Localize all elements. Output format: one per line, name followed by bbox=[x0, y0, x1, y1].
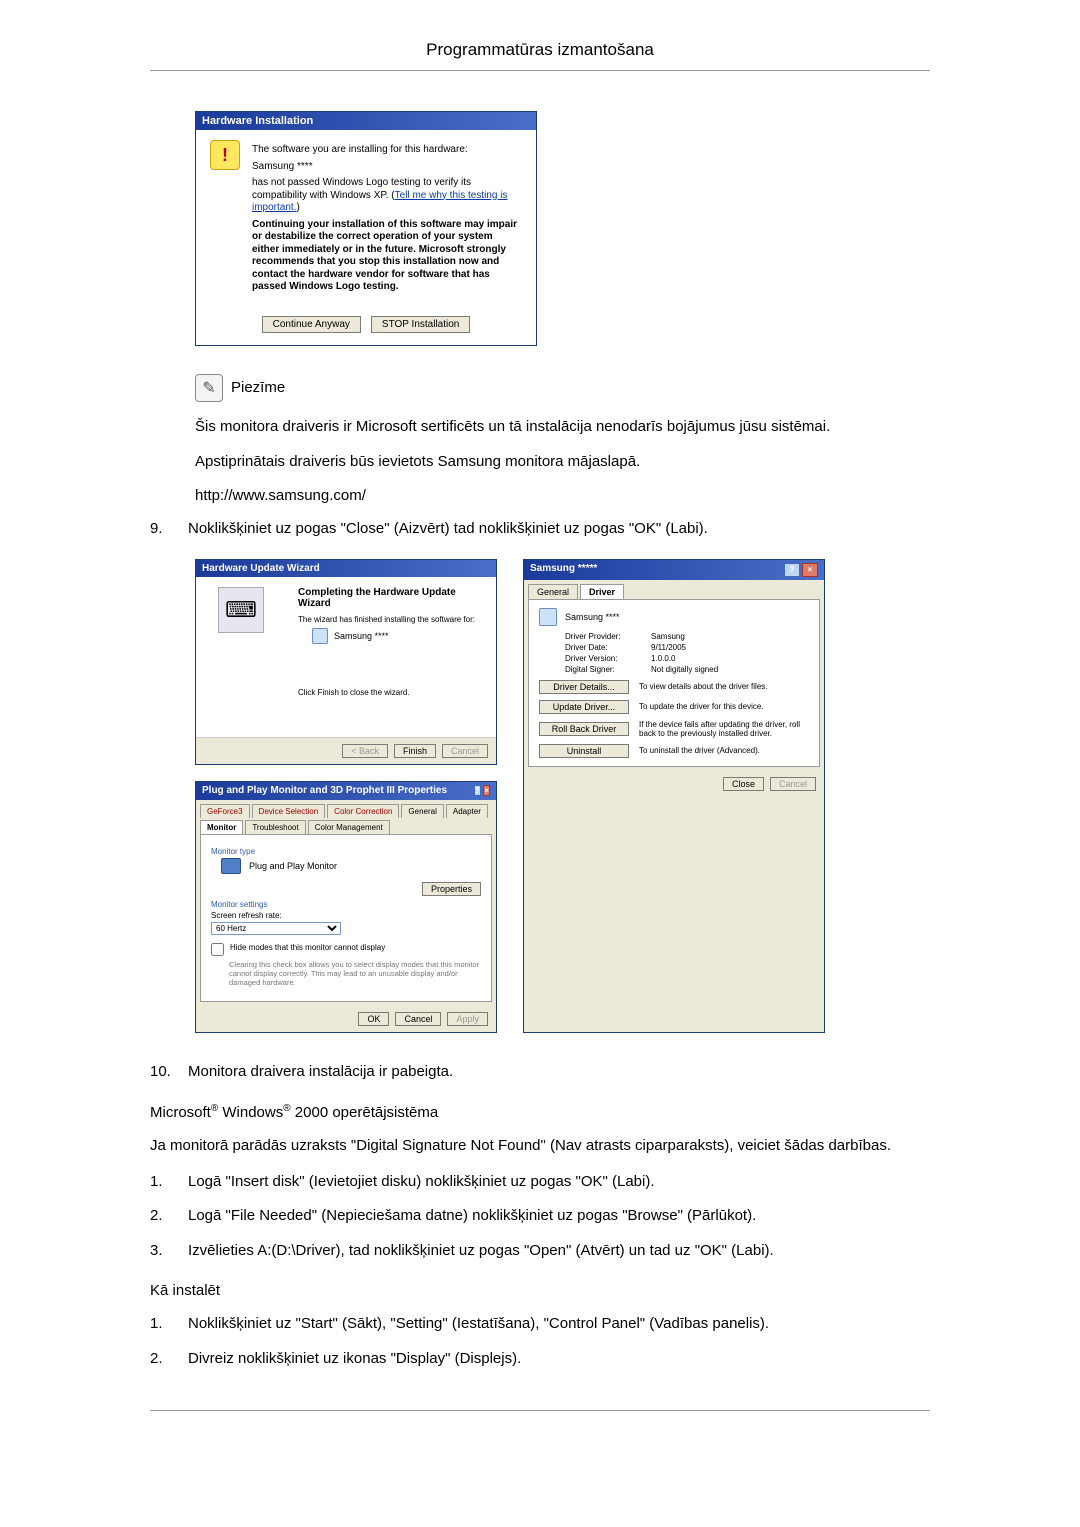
kv-key: Driver Provider: bbox=[565, 632, 651, 641]
finish-button[interactable]: Finish bbox=[394, 744, 436, 758]
kv-value: 9/11/2005 bbox=[651, 643, 686, 652]
hwinstall-warning: Continuing your installation of this sof… bbox=[252, 219, 522, 294]
note-icon: ✎ bbox=[195, 374, 223, 402]
tab-color-correction[interactable]: Color Correction bbox=[327, 804, 399, 818]
tab-general[interactable]: General bbox=[528, 584, 578, 599]
action-desc: If the device fails after updating the d… bbox=[639, 720, 809, 738]
how-to-install-heading: Kā instalēt bbox=[150, 1282, 930, 1299]
device-name: Samsung **** bbox=[565, 612, 620, 622]
close-icon[interactable]: × bbox=[802, 563, 818, 577]
hide-modes-checkbox[interactable] bbox=[211, 943, 224, 956]
tab-driver[interactable]: Driver bbox=[580, 584, 624, 599]
dialog-title: Hardware Installation bbox=[196, 112, 536, 130]
close-button[interactable]: Close bbox=[723, 777, 764, 791]
text: ) bbox=[296, 202, 299, 213]
wizard-line2: Click Finish to close the wizard. bbox=[298, 688, 484, 697]
tab-device-selection[interactable]: Device Selection bbox=[252, 804, 326, 818]
tab-monitor[interactable]: Monitor bbox=[200, 820, 243, 834]
monitor-icon bbox=[312, 628, 328, 644]
kv-key: Driver Version: bbox=[565, 654, 651, 663]
hardware-installation-dialog: Hardware Installation ! The software you… bbox=[195, 111, 537, 346]
hardware-update-wizard-dialog: Hardware Update Wizard ⌨ Completing the … bbox=[195, 559, 497, 765]
note-paragraph-1: Šis monitora draiveris ir Microsoft sert… bbox=[195, 416, 930, 438]
driver-properties-dialog: Samsung ***** ? × General Driver Samsung… bbox=[523, 559, 825, 1033]
wizard-side-icon: ⌨ bbox=[218, 587, 264, 633]
os-heading: Microsoft® Windows® 2000 operētājsistēma bbox=[150, 1103, 930, 1121]
divider-bottom bbox=[150, 1410, 930, 1411]
driver-details-button[interactable]: Driver Details... bbox=[539, 680, 629, 694]
dialog-title: Plug and Play Monitor and 3D Prophet III… bbox=[202, 785, 447, 797]
step-text: Noklikšķiniet uz "Start" (Sākt), "Settin… bbox=[188, 1313, 930, 1336]
help-icon[interactable]: ? bbox=[474, 785, 481, 796]
back-button: < Back bbox=[342, 744, 388, 758]
refresh-rate-label: Screen refresh rate: bbox=[211, 911, 481, 920]
step-number: 10. bbox=[150, 1061, 174, 1084]
display-properties-dialog: Plug and Play Monitor and 3D Prophet III… bbox=[195, 781, 497, 1033]
samsung-url: http://www.samsung.com/ bbox=[195, 487, 930, 504]
step-text: Logā "Insert disk" (Ievietojiet disku) n… bbox=[188, 1171, 930, 1194]
update-driver-button[interactable]: Update Driver... bbox=[539, 700, 629, 714]
action-desc: To uninstall the driver (Advanced). bbox=[639, 746, 809, 755]
cancel-button: Cancel bbox=[442, 744, 488, 758]
dialog-title: Samsung ***** bbox=[530, 563, 597, 577]
tab-general[interactable]: General bbox=[401, 804, 443, 818]
properties-button[interactable]: Properties bbox=[422, 882, 481, 896]
monitor-icon bbox=[221, 858, 241, 874]
page-title: Programmatūras izmantošana bbox=[150, 40, 930, 60]
note-paragraph-2: Apstiprinātais draiveris būs ievietots S… bbox=[195, 451, 930, 473]
action-desc: To view details about the driver files. bbox=[639, 682, 809, 691]
step-number: 2. bbox=[150, 1205, 174, 1228]
step-number: 3. bbox=[150, 1240, 174, 1263]
tab-adapter[interactable]: Adapter bbox=[446, 804, 488, 818]
monitor-type-label: Monitor type bbox=[211, 847, 481, 856]
note-label: Piezīme bbox=[231, 379, 285, 396]
apply-button: Apply bbox=[447, 1012, 488, 1026]
hide-modes-label: Hide modes that this monitor cannot disp… bbox=[230, 943, 385, 952]
hwinstall-device: Samsung **** bbox=[252, 161, 522, 174]
refresh-rate-select[interactable]: 60 Hertz bbox=[211, 922, 341, 935]
step-text: Noklikšķiniet uz pogas "Close" (Aizvērt)… bbox=[188, 518, 930, 541]
action-desc: To update the driver for this device. bbox=[639, 702, 809, 711]
close-icon[interactable]: × bbox=[483, 785, 490, 796]
uninstall-button[interactable]: Uninstall bbox=[539, 744, 629, 758]
hwinstall-compat: has not passed Windows Logo testing to v… bbox=[252, 177, 522, 215]
continue-anyway-button[interactable]: Continue Anyway bbox=[262, 316, 361, 333]
kv-key: Digital Signer: bbox=[565, 665, 651, 674]
tab-geforce3[interactable]: GeForce3 bbox=[200, 804, 250, 818]
kv-value: Not digitally signed bbox=[651, 665, 718, 674]
cancel-button: Cancel bbox=[770, 777, 816, 791]
os-intro: Ja monitorā parādās uzraksts "Digital Si… bbox=[150, 1135, 930, 1157]
wizard-line1: The wizard has finished installing the s… bbox=[298, 615, 484, 624]
step-number: 2. bbox=[150, 1348, 174, 1371]
divider-top bbox=[150, 70, 930, 71]
wizard-device: Samsung **** bbox=[334, 631, 389, 641]
hide-modes-description: Clearing this check box allows you to se… bbox=[229, 960, 481, 987]
ok-button[interactable]: OK bbox=[358, 1012, 389, 1026]
step-text: Monitora draivera instalācija ir pabeigt… bbox=[188, 1061, 930, 1084]
step-text: Divreiz noklikšķiniet uz ikonas "Display… bbox=[188, 1348, 930, 1371]
hwinstall-intro: The software you are installing for this… bbox=[252, 144, 522, 157]
monitor-settings-label: Monitor settings bbox=[211, 900, 481, 909]
cancel-button[interactable]: Cancel bbox=[395, 1012, 441, 1026]
step-text: Izvēlieties A:(D:\Driver), tad noklikšķi… bbox=[188, 1240, 930, 1263]
dialog-title: Hardware Update Wizard bbox=[196, 560, 496, 577]
stop-installation-button[interactable]: STOP Installation bbox=[371, 316, 470, 333]
step-number: 9. bbox=[150, 518, 174, 541]
monitor-icon bbox=[539, 608, 557, 626]
tab-troubleshoot[interactable]: Troubleshoot bbox=[245, 820, 305, 834]
step-number: 1. bbox=[150, 1171, 174, 1194]
step-text: Logā "File Needed" (Nepieciešama datne) … bbox=[188, 1205, 930, 1228]
wizard-heading: Completing the Hardware Update Wizard bbox=[298, 587, 484, 609]
monitor-name: Plug and Play Monitor bbox=[249, 861, 337, 871]
help-icon[interactable]: ? bbox=[784, 563, 800, 577]
step-number: 1. bbox=[150, 1313, 174, 1336]
kv-value: Samsung bbox=[651, 632, 685, 641]
roll-back-driver-button[interactable]: Roll Back Driver bbox=[539, 722, 629, 736]
kv-key: Driver Date: bbox=[565, 643, 651, 652]
kv-value: 1.0.0.0 bbox=[651, 654, 675, 663]
warning-icon: ! bbox=[210, 140, 240, 170]
tab-color-management[interactable]: Color Management bbox=[308, 820, 390, 834]
